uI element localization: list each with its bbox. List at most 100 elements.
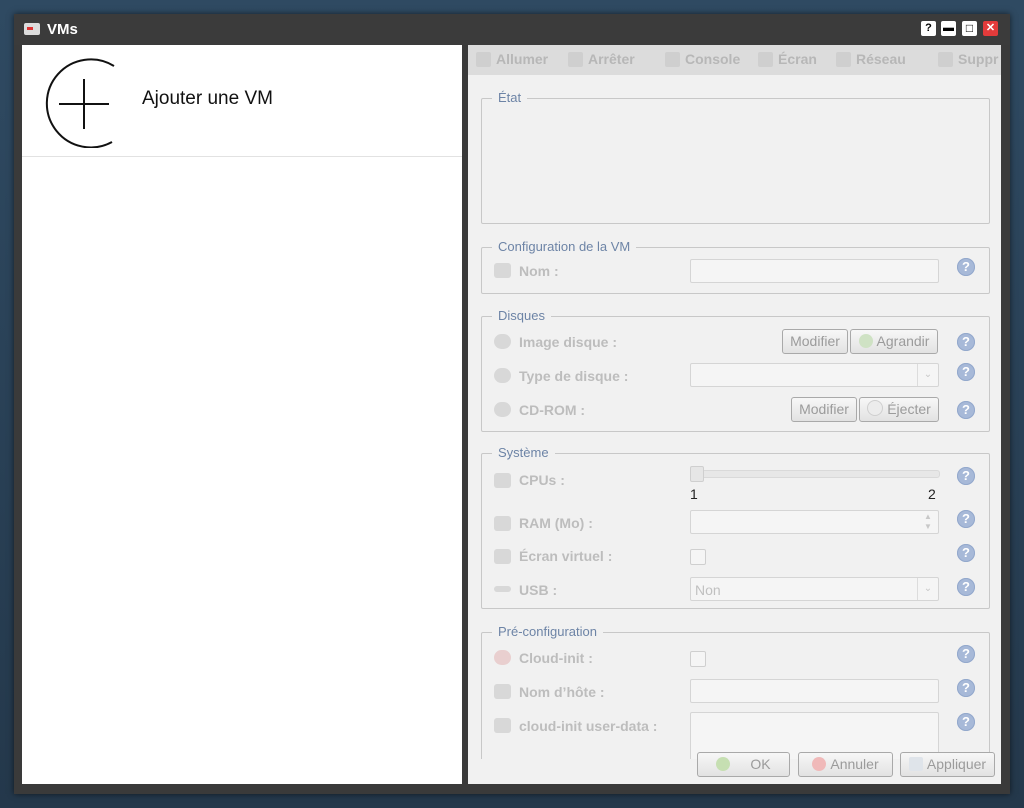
user-data-label: cloud-init user-data : — [519, 718, 658, 734]
ram-spinbox[interactable]: ▲ ▼ — [690, 510, 939, 534]
cloud-init-checkbox[interactable] — [690, 651, 706, 667]
disk-image-help-icon[interactable]: ? — [957, 333, 975, 351]
close-button[interactable]: ✕ — [983, 21, 998, 36]
memory-icon — [494, 516, 511, 531]
edit-icon — [494, 263, 511, 278]
toolbar-delete[interactable]: Suppr — [938, 51, 998, 67]
toolbar-console[interactable]: Console — [665, 51, 740, 67]
chevron-down-icon: ⌄ — [917, 364, 938, 386]
screen-icon — [758, 52, 773, 67]
disk-image-label: Image disque : — [519, 334, 618, 350]
cdrom-label: CD-ROM : — [519, 402, 586, 418]
power-on-icon — [476, 52, 491, 67]
enlarge-icon — [858, 334, 873, 348]
toolbar-stop-label: Arrêter — [588, 51, 635, 67]
maximize-button[interactable]: □ — [962, 21, 977, 36]
cpus-max-tick: 2 — [928, 486, 936, 502]
system-legend: Système — [492, 445, 555, 460]
cpus-help-icon[interactable]: ? — [957, 467, 975, 485]
toolbar-power-on-label: Allumer — [496, 51, 549, 67]
disks-legend: Disques — [492, 308, 551, 323]
user-data-icon — [494, 718, 511, 733]
usb-label: USB : — [519, 582, 558, 598]
cpu-icon — [494, 473, 511, 488]
window-title: VMs — [47, 21, 78, 38]
toolbar-screen-label: Écran — [778, 51, 817, 67]
network-icon — [836, 52, 851, 67]
usb-help-icon[interactable]: ? — [957, 578, 975, 596]
usb-icon — [494, 586, 511, 592]
toolbar-console-label: Console — [685, 51, 741, 67]
cdrom-help-icon[interactable]: ? — [957, 401, 975, 419]
disk-image-modify-button[interactable]: Modifier — [782, 329, 848, 354]
ok-label: OK — [750, 756, 771, 772]
help-window-button[interactable]: ? — [921, 21, 936, 36]
minimize-button[interactable]: ▬ — [941, 21, 956, 36]
config-group: Configuration de la VM Nom : ? — [481, 239, 990, 294]
vm-settings-scroll[interactable]: État Configuration de la VM Nom : ? Disq… — [468, 75, 1001, 759]
virtual-screen-help-icon[interactable]: ? — [957, 544, 975, 562]
console-icon — [665, 52, 680, 67]
system-group: Système CPUs : 1 2 ? RAM (Mo) : ▲ ▼ ? Écr… — [481, 445, 990, 609]
cloud-init-label: Cloud-init : — [519, 650, 593, 666]
toolbar-screen[interactable]: Écran — [758, 51, 817, 67]
disk-enlarge-label: Agrandir — [876, 333, 930, 349]
disks-group: Disques Image disque : Modifier Agrandir… — [481, 308, 990, 432]
spin-up-icon[interactable]: ▲ — [919, 512, 937, 521]
apply-button[interactable]: Appliquer — [900, 752, 995, 777]
cancel-label: Annuler — [830, 756, 879, 772]
cancel-button[interactable]: Annuler — [798, 752, 893, 777]
spin-down-icon[interactable]: ▼ — [919, 522, 937, 531]
add-vm-label: Ajouter une VM — [142, 88, 273, 109]
toolbar-power-on[interactable]: Allumer — [476, 51, 548, 67]
disk-type-help-icon[interactable]: ? — [957, 363, 975, 381]
state-legend: État — [492, 90, 528, 105]
trash-icon — [938, 52, 953, 67]
ok-button[interactable]: OK — [697, 752, 790, 777]
save-icon — [908, 757, 923, 771]
name-label: Nom : — [519, 263, 559, 279]
cloud-init-help-icon[interactable]: ? — [957, 645, 975, 663]
toolbar-network-label: Réseau — [856, 51, 906, 67]
usb-value: Non — [695, 582, 721, 598]
cpus-slider-track[interactable] — [690, 470, 940, 478]
cancel-icon — [812, 757, 827, 771]
usb-select[interactable]: Non ⌄ — [690, 577, 939, 601]
add-circle-icon — [45, 58, 115, 148]
hard-disk-icon — [494, 334, 511, 349]
cloud-init-icon — [494, 650, 511, 665]
name-input[interactable] — [690, 259, 939, 283]
ram-label: RAM (Mo) : — [519, 515, 593, 531]
preconfig-group: Pré-configuration Cloud-init : ? Nom d’h… — [481, 624, 990, 759]
check-icon — [716, 757, 731, 771]
add-vm-item[interactable]: Ajouter une VM — [22, 45, 462, 157]
hostname-input[interactable] — [690, 679, 939, 703]
monitor-icon — [494, 549, 511, 564]
state-group: État — [481, 90, 990, 224]
virtual-screen-checkbox[interactable] — [690, 549, 706, 565]
titlebar[interactable]: VMs ? ▬ □ ✕ — [14, 14, 1010, 45]
disk-enlarge-button[interactable]: Agrandir — [850, 329, 938, 354]
cpus-slider-handle[interactable] — [690, 466, 704, 482]
hostname-icon — [494, 684, 511, 699]
user-data-help-icon[interactable]: ? — [957, 713, 975, 731]
vms-window: VMs ? ▬ □ ✕ Ajouter une VM Allumer Arrêt… — [14, 14, 1010, 794]
preconfig-legend: Pré-configuration — [492, 624, 603, 639]
cdrom-modify-button[interactable]: Modifier — [791, 397, 857, 422]
vm-list[interactable]: Ajouter une VM — [22, 45, 462, 784]
cpus-min-tick: 1 — [690, 486, 698, 502]
cpus-label: CPUs : — [519, 472, 565, 488]
toolbar-network[interactable]: Réseau — [836, 51, 906, 67]
chevron-down-icon: ⌄ — [917, 578, 938, 600]
vm-toolbar: Allumer Arrêter Console Écran Réseau Sup… — [468, 45, 1001, 75]
hostname-help-icon[interactable]: ? — [957, 679, 975, 697]
hostname-label: Nom d’hôte : — [519, 684, 605, 700]
eject-icon — [867, 400, 884, 416]
disk-type-select[interactable]: ⌄ — [690, 363, 939, 387]
config-legend: Configuration de la VM — [492, 239, 637, 254]
name-help-icon[interactable]: ? — [957, 258, 975, 276]
toolbar-stop[interactable]: Arrêter — [568, 51, 635, 67]
cdrom-icon — [494, 402, 511, 417]
eject-button[interactable]: Éjecter — [859, 397, 939, 422]
ram-help-icon[interactable]: ? — [957, 510, 975, 528]
